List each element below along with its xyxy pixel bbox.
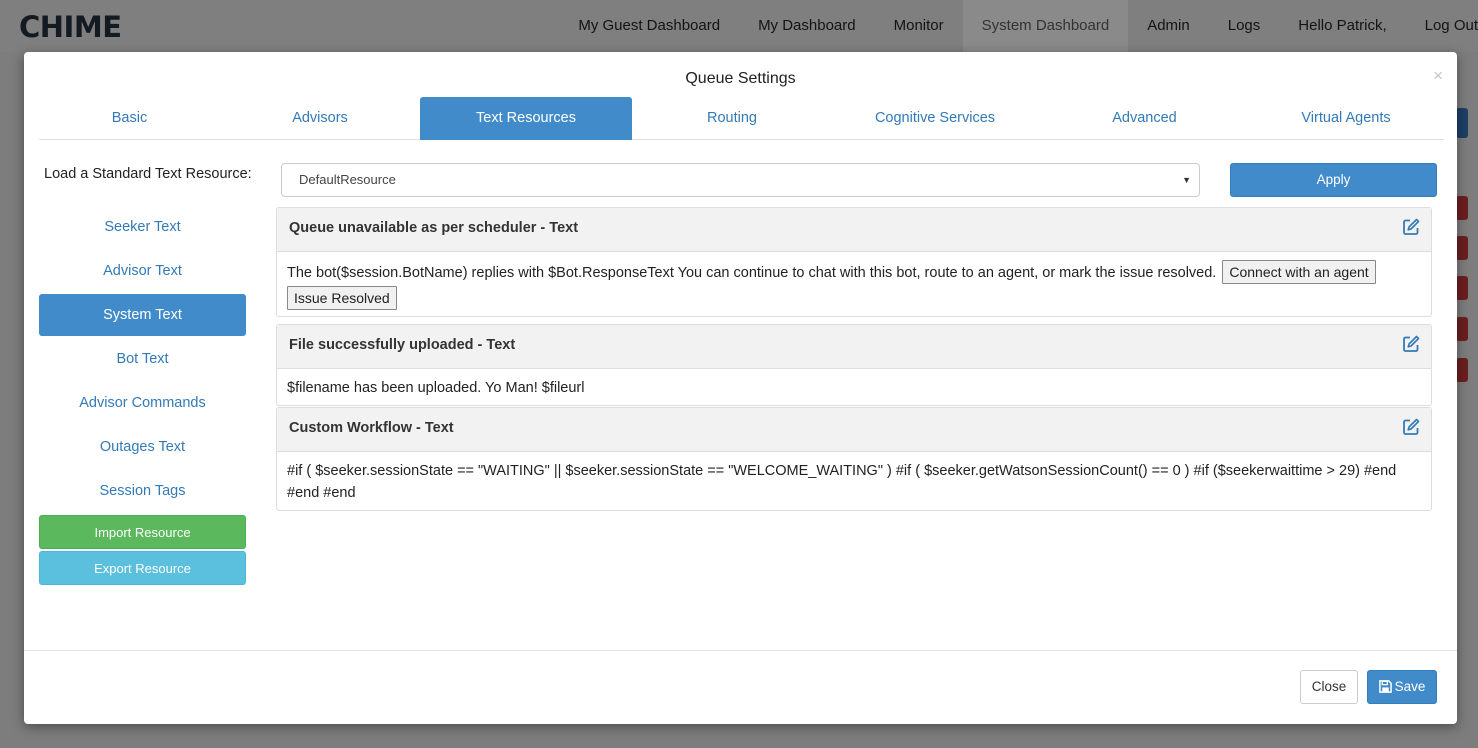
tab-text-resources[interactable]: Text Resources — [420, 97, 632, 140]
panel-text: $filename has been uploaded. Yo Man! $fi… — [287, 380, 585, 396]
top-navbar: CHIME My Guest Dashboard My Dashboard Mo… — [0, 0, 1478, 52]
panel-header: File successfully uploaded - Text — [277, 325, 1431, 369]
sidenav-advisor-commands[interactable]: Advisor Commands — [39, 382, 246, 424]
sidenav-advisor-text[interactable]: Advisor Text — [39, 250, 246, 292]
nav-monitor[interactable]: Monitor — [875, 0, 963, 52]
panel-title: Queue unavailable as per scheduler - Tex… — [289, 220, 579, 236]
panel-header: Custom Workflow - Text — [277, 408, 1431, 452]
select-value: DefaultResource — [299, 172, 396, 187]
modal-title: Queue Settings — [685, 70, 796, 87]
tab-basic[interactable]: Basic — [39, 97, 220, 140]
tab-virtual-agents[interactable]: Virtual Agents — [1251, 97, 1441, 140]
modal-footer-divider — [24, 650, 1457, 651]
sidenav-system-text[interactable]: System Text — [39, 294, 246, 336]
save-label: Save — [1394, 679, 1426, 694]
panel-text: The bot($session.BotName) replies with $… — [287, 265, 1217, 281]
nav-admin[interactable]: Admin — [1128, 0, 1209, 52]
edit-icon[interactable] — [1402, 335, 1420, 353]
sidenav-outages-text[interactable]: Outages Text — [39, 426, 246, 468]
edit-icon[interactable] — [1402, 418, 1420, 436]
tab-advisors[interactable]: Advisors — [220, 97, 420, 140]
queue-settings-modal: Queue Settings × Basic Advisors Text Res… — [24, 52, 1457, 724]
connect-agent-button[interactable]: Connect with an agent — [1222, 260, 1376, 284]
background-row-action — [1456, 276, 1468, 300]
nav-my-dashboard[interactable]: My Dashboard — [739, 0, 875, 52]
nav-my-guest-dashboard[interactable]: My Guest Dashboard — [559, 0, 739, 52]
edit-icon[interactable] — [1402, 218, 1420, 236]
chevron-down-icon: ▼ — [1182, 175, 1191, 185]
panel-text: #if ( $seeker.sessionState == "WAITING" … — [287, 463, 1397, 501]
text-panel: Queue unavailable as per scheduler - Tex… — [276, 207, 1432, 317]
export-resource-button[interactable]: Export Resource — [39, 551, 246, 585]
chime-logo[interactable]: CHIME — [19, 10, 122, 44]
text-panel: Custom Workflow - Text #if ( $seeker.ses… — [276, 407, 1432, 511]
import-resource-button[interactable]: Import Resource — [39, 515, 246, 549]
panel-body: $filename has been uploaded. Yo Man! $fi… — [277, 369, 1431, 405]
background-row-action — [1456, 317, 1468, 341]
nav-log-out[interactable]: Log Out — [1406, 0, 1478, 52]
sidenav-seeker-text[interactable]: Seeker Text — [39, 206, 246, 248]
background-button — [1456, 108, 1468, 138]
main-nav: My Guest Dashboard My Dashboard Monitor … — [559, 0, 1478, 52]
sidenav-bot-text[interactable]: Bot Text — [39, 338, 246, 380]
nav-user-greeting: Hello Patrick, — [1298, 17, 1387, 34]
background-row-action — [1456, 358, 1468, 382]
apply-button[interactable]: Apply — [1230, 163, 1437, 197]
issue-resolved-button[interactable]: Issue Resolved — [287, 286, 397, 310]
tab-routing[interactable]: Routing — [632, 97, 832, 140]
load-resource-label: Load a Standard Text Resource: — [44, 166, 252, 182]
save-button[interactable]: Save — [1367, 670, 1437, 704]
close-icon[interactable]: × — [1433, 66, 1443, 86]
panel-title: File successfully uploaded - Text — [289, 337, 516, 353]
settings-tabs: Basic Advisors Text Resources Routing Co… — [39, 97, 1444, 140]
close-button[interactable]: Close — [1300, 670, 1358, 704]
text-resource-select[interactable]: DefaultResource ▼ — [281, 163, 1200, 197]
nav-system-dashboard[interactable]: System Dashboard — [962, 0, 1129, 52]
panel-body: The bot($session.BotName) replies with $… — [277, 252, 1431, 316]
background-row-action — [1456, 236, 1468, 260]
panel-body: #if ( $seeker.sessionState == "WAITING" … — [277, 452, 1431, 510]
tab-advanced[interactable]: Advanced — [1038, 97, 1251, 140]
background-row-action — [1456, 196, 1468, 220]
sidenav-session-tags[interactable]: Session Tags — [39, 470, 246, 512]
panel-title: Custom Workflow - Text — [289, 420, 454, 436]
nav-logs[interactable]: Logs — [1209, 0, 1280, 52]
tab-cognitive-services[interactable]: Cognitive Services — [832, 97, 1038, 140]
floppy-disk-icon — [1378, 680, 1392, 693]
panel-header: Queue unavailable as per scheduler - Tex… — [277, 208, 1431, 252]
text-category-nav: Seeker Text Advisor Text System Text Bot… — [39, 206, 246, 514]
text-panel: File successfully uploaded - Text $filen… — [276, 324, 1432, 406]
